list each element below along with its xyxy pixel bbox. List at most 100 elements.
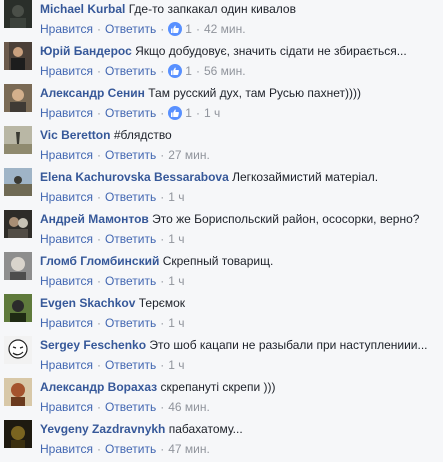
reply-button[interactable]: Ответить	[105, 399, 156, 415]
separator: ·	[96, 358, 101, 372]
separator: ·	[160, 190, 165, 204]
comment-body: Андрей Мамонтов Это же Бориспольский рай…	[40, 211, 439, 227]
like-count-badge[interactable]: 1	[168, 63, 192, 79]
comment-actions: Нравится · Ответить · 1 ч	[40, 189, 185, 205]
reply-button[interactable]: Ответить	[105, 357, 156, 373]
separator: ·	[160, 232, 165, 246]
reply-button[interactable]: Ответить	[105, 441, 156, 457]
comment-item: Vic Beretton #блядство Нравится · Ответи…	[0, 126, 443, 168]
like-button[interactable]: Нравится	[40, 147, 93, 163]
avatar[interactable]	[4, 294, 32, 322]
like-button[interactable]: Нравится	[40, 315, 93, 331]
like-button[interactable]: Нравится	[40, 399, 93, 415]
comment-text: скрепануті скрепи )))	[160, 380, 276, 394]
separator: ·	[160, 64, 165, 78]
comment-text: Там русский дух, там Русью пахнет))))	[148, 86, 361, 100]
separator: ·	[195, 22, 200, 36]
avatar[interactable]	[4, 378, 32, 406]
comment-time[interactable]: 1 ч	[168, 231, 184, 247]
comment-time[interactable]: 46 мин.	[168, 399, 210, 415]
separator: ·	[96, 232, 101, 246]
comment-body: Sergey Feschenko Это шоб кацапи не разыб…	[40, 337, 439, 353]
avatar[interactable]	[4, 0, 32, 28]
comment-time[interactable]: 1 ч	[168, 189, 184, 205]
avatar[interactable]	[4, 336, 32, 364]
avatar[interactable]	[4, 252, 32, 280]
comment-author[interactable]: Vic Beretton	[40, 128, 110, 142]
comment-author[interactable]: Michael Kurbal	[40, 2, 125, 16]
like-count: 1	[185, 22, 192, 36]
comment-item: Александр Сенин Там русский дух, там Рус…	[0, 84, 443, 126]
comment-author[interactable]: Sergey Feschenko	[40, 338, 146, 352]
separator: ·	[160, 442, 165, 456]
reply-button[interactable]: Ответить	[105, 315, 156, 331]
comment-text: #блядство	[113, 128, 172, 142]
comment-actions: Нравится · Ответить · 1 · 1 ч	[40, 105, 220, 121]
comment-author[interactable]: Александр Ворахаз	[40, 380, 157, 394]
like-button[interactable]: Нравится	[40, 21, 93, 37]
thumbs-up-icon	[168, 22, 183, 36]
comment-time[interactable]: 56 мин.	[204, 63, 246, 79]
like-count-badge[interactable]: 1	[168, 21, 192, 37]
comment-author[interactable]: Yevgeny Zazdravnykh	[40, 422, 165, 436]
comment-actions: Нравится · Ответить · 1 · 56 мин.	[40, 63, 246, 79]
comment-actions: Нравится · Ответить · 27 мин.	[40, 147, 210, 163]
separator: ·	[160, 400, 165, 414]
like-button[interactable]: Нравится	[40, 441, 93, 457]
comment-body: Michael Kurbal Где-то запкакал один кива…	[40, 1, 439, 17]
comment-text: Где-то запкакал один кивалов	[128, 2, 296, 16]
like-button[interactable]: Нравится	[40, 273, 93, 289]
comment-time[interactable]: 27 мин.	[168, 147, 210, 163]
comment-actions: Нравится · Ответить · 1 ч	[40, 273, 185, 289]
comment-text: Это шоб кацапи не разыбали при наступлен…	[149, 338, 428, 352]
comment-actions: Нравится · Ответить · 47 мин.	[40, 441, 210, 457]
comment-author[interactable]: Андрей Мамонтов	[40, 212, 149, 226]
like-button[interactable]: Нравится	[40, 189, 93, 205]
comment-time[interactable]: 1 ч	[204, 105, 220, 121]
comment-item: Michael Kurbal Где-то запкакал один кива…	[0, 0, 443, 42]
comment-time[interactable]: 47 мин.	[168, 441, 210, 457]
reply-button[interactable]: Ответить	[105, 147, 156, 163]
comment-text: Скрепный товарищ.	[162, 254, 274, 268]
comment-item: Гломб Гломбинский Скрепный товарищ. Нрав…	[0, 252, 443, 294]
avatar[interactable]	[4, 168, 32, 196]
comment-actions: Нравится · Ответить · 1 ч	[40, 231, 185, 247]
thumbs-up-icon	[168, 106, 183, 120]
comment-item: Yevgeny Zazdravnykh пабахатому... Нравит…	[0, 420, 443, 462]
comment-time[interactable]: 1 ч	[168, 357, 184, 373]
comment-time[interactable]: 1 ч	[168, 315, 184, 331]
comment-text: Это же Бориспольский район, ососорки, ве…	[152, 212, 420, 226]
reply-button[interactable]: Ответить	[105, 63, 156, 79]
avatar[interactable]	[4, 420, 32, 448]
reply-button[interactable]: Ответить	[105, 231, 156, 247]
comment-author[interactable]: Юрій Бандерос	[40, 44, 132, 58]
avatar[interactable]	[4, 42, 32, 70]
comment-author[interactable]: Гломб Гломбинский	[40, 254, 159, 268]
like-button[interactable]: Нравится	[40, 357, 93, 373]
comment-time[interactable]: 42 мин.	[204, 21, 246, 37]
avatar[interactable]	[4, 126, 32, 154]
avatar[interactable]	[4, 210, 32, 238]
separator: ·	[160, 274, 165, 288]
comment-body: Yevgeny Zazdravnykh пабахатому...	[40, 421, 439, 437]
avatar[interactable]	[4, 84, 32, 112]
comment-item: Андрей Мамонтов Это же Бориспольский рай…	[0, 210, 443, 252]
comment-body: Александр Сенин Там русский дух, там Рус…	[40, 85, 439, 101]
comment-body: Evgen Skachkov Терємок	[40, 295, 439, 311]
comment-author[interactable]: Evgen Skachkov	[40, 296, 135, 310]
like-button[interactable]: Нравится	[40, 63, 93, 79]
reply-button[interactable]: Ответить	[105, 273, 156, 289]
comment-body: Vic Beretton #блядство	[40, 127, 439, 143]
like-count: 1	[185, 64, 192, 78]
comment-author[interactable]: Александр Сенин	[40, 86, 145, 100]
separator: ·	[96, 64, 101, 78]
comment-body: Александр Ворахаз скрепануті скрепи )))	[40, 379, 439, 395]
reply-button[interactable]: Ответить	[105, 105, 156, 121]
comment-time[interactable]: 1 ч	[168, 273, 184, 289]
reply-button[interactable]: Ответить	[105, 189, 156, 205]
like-button[interactable]: Нравится	[40, 105, 93, 121]
reply-button[interactable]: Ответить	[105, 21, 156, 37]
like-count-badge[interactable]: 1	[168, 105, 192, 121]
like-button[interactable]: Нравится	[40, 231, 93, 247]
comment-author[interactable]: Elena Kachurovska Bessarabova	[40, 170, 229, 184]
